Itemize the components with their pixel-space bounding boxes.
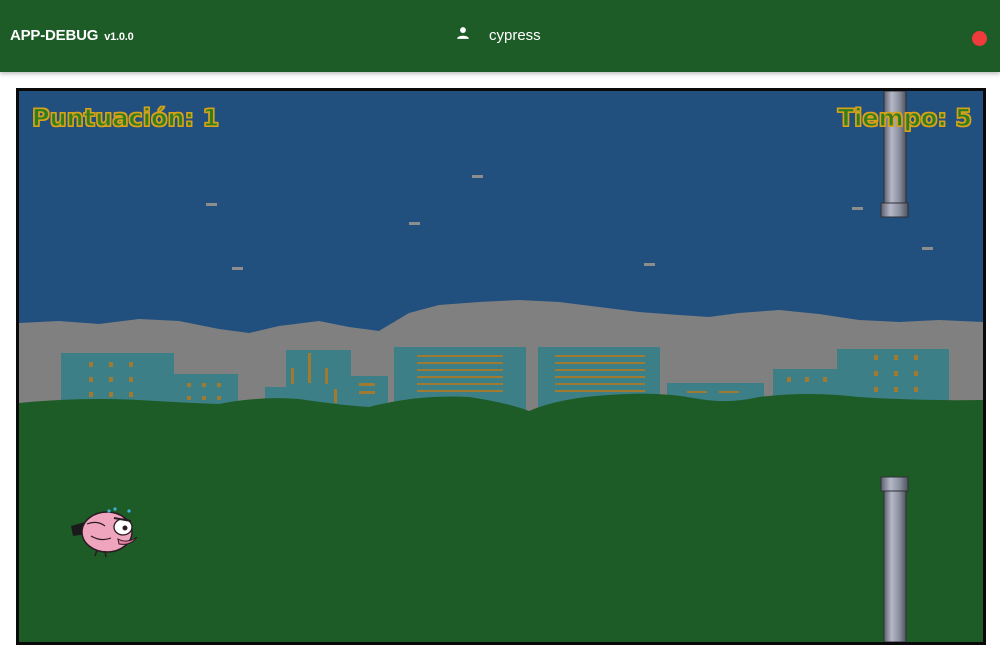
game-canvas[interactable]: Puntuación: 1 Tiempo: 5 bbox=[16, 88, 986, 645]
user-name: cypress bbox=[489, 27, 541, 44]
score-value: 1 bbox=[202, 103, 220, 132]
person-icon bbox=[457, 26, 469, 39]
user-menu[interactable]: cypress bbox=[456, 26, 541, 44]
app-name: APP-DEBUG bbox=[10, 27, 99, 44]
time-label: Tiempo: bbox=[837, 103, 947, 132]
game-scene bbox=[19, 91, 983, 642]
app-title: APP-DEBUG v1.0.0 bbox=[10, 27, 134, 44]
score-label: Puntuación: bbox=[31, 103, 195, 132]
status-indicator bbox=[972, 31, 987, 46]
time-value: 5 bbox=[955, 103, 973, 132]
green-ground bbox=[19, 393, 983, 642]
time-display: Tiempo: 5 bbox=[837, 103, 973, 132]
score-display: Puntuación: 1 bbox=[31, 103, 220, 132]
app-version: v1.0.0 bbox=[104, 31, 134, 43]
bottom-pipe bbox=[880, 476, 909, 642]
top-app-bar: APP-DEBUG v1.0.0 cypress bbox=[0, 0, 1000, 72]
